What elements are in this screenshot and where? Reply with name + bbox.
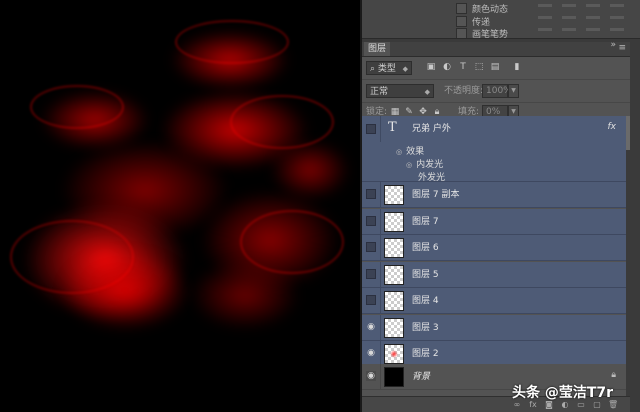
eye-icon[interactable]: ◉ [366, 348, 376, 358]
fx-icon[interactable]: fx [608, 122, 617, 132]
brush-option-row[interactable]: 画笔笔势 [456, 28, 508, 38]
layers-panel: 图层 » ≡ ⌕ 类型 ◆ ▣ ◐ T ⬚ ▤ ▮ 正常 ◆ 不透明度: 100… [362, 40, 630, 412]
flame-wisp [30, 85, 124, 129]
smart-object-filter-icon[interactable]: ▤ [490, 62, 500, 72]
layer-thumbnail [384, 238, 404, 258]
opacity-label: 不透明度: [444, 86, 484, 96]
layer-name[interactable]: 图层 4 [412, 288, 439, 314]
flame-shape [270, 140, 350, 200]
layer-list: T 兄弟 户外 fx ◎ 效果 ◎ 内发光 外发光 图层 7 副本 图层 7 图层 6图… [362, 116, 630, 412]
blend-mode-select[interactable]: 正常 ◆ [366, 84, 434, 98]
blend-mode-value: 正常 [370, 87, 389, 97]
visibility-toggle[interactable] [366, 189, 376, 199]
checkbox[interactable] [456, 28, 467, 38]
watermark: 头条 @莹洁T7r [512, 385, 614, 401]
layer-thumbnail [384, 367, 404, 387]
layer-row[interactable]: ◉ 图层 3 [362, 314, 626, 341]
shape-filter-icon[interactable]: ⬚ [474, 62, 484, 72]
brush-option-label: 颜色动态 [472, 4, 509, 15]
filter-type-select[interactable]: ⌕ 类型 ◆ [366, 61, 412, 75]
pixel-filter-icon[interactable]: ▣ [426, 62, 436, 72]
lock-icon[interactable]: 🔒︎ [611, 370, 616, 380]
opacity-dropdown-button[interactable]: ▼ [508, 84, 519, 98]
layer-name[interactable]: 图层 6 [412, 235, 439, 261]
text-layer-row[interactable]: T 兄弟 户外 fx ◎ 效果 ◎ 内发光 外发光 [362, 116, 626, 183]
brush-presets-grid [534, 0, 634, 38]
search-icon: ⌕ [370, 64, 378, 74]
visibility-toggle[interactable] [366, 242, 376, 252]
opacity-input[interactable]: 100% [482, 84, 512, 98]
layer-row[interactable]: 图层 6 [362, 235, 626, 261]
visibility-toggle[interactable] [366, 295, 376, 305]
document-canvas[interactable] [0, 0, 360, 412]
layer-thumbnail [384, 344, 404, 364]
panel-tab-bar: 图层 » ≡ [362, 40, 630, 57]
photoshop-window: 颜色动态 传递 画笔笔势 图层 » ≡ ⌕ 类型 ◆ ▣ ◐ T ⬚ ▤ ▮ 正… [0, 0, 640, 412]
layer-name: 背景 [412, 372, 431, 382]
panel-menu-icon[interactable]: ≡ [618, 43, 626, 53]
blend-row: 正常 ◆ 不透明度: 100% ▼ [362, 80, 630, 103]
visibility-toggle[interactable] [366, 124, 376, 134]
layer-name[interactable]: 图层 7 [412, 209, 439, 235]
layer-row[interactable]: 图层 4 [362, 288, 626, 314]
flame-wisp [10, 220, 134, 294]
effects-group[interactable]: ◎ 效果 [396, 144, 424, 157]
eye-icon[interactable]: ◎ [396, 148, 402, 156]
filter-toggle-icon[interactable]: ▮ [512, 62, 522, 72]
type-filter-icon[interactable]: T [458, 62, 468, 72]
layer-thumbnail [384, 317, 404, 338]
eye-icon[interactable]: ◉ [366, 371, 376, 381]
scrollbar-thumb[interactable] [626, 116, 630, 150]
effect-item[interactable]: ◎ 内发光 [406, 157, 443, 170]
layer-name[interactable]: 图层 7 副本 [412, 182, 459, 208]
layer-thumbnail [384, 185, 404, 205]
adjustment-filter-icon[interactable]: ◐ [442, 62, 452, 72]
flame-wisp [240, 210, 344, 274]
layer-name[interactable]: 图层 3 [412, 315, 439, 341]
visibility-toggle[interactable] [366, 215, 376, 226]
layer-row[interactable]: 图层 5 [362, 261, 626, 288]
chevron-down-icon: ◆ [402, 65, 408, 73]
layer-thumbnail [384, 291, 404, 311]
layer-name[interactable]: 兄弟 户外 [412, 116, 451, 142]
layer-row[interactable]: 图层 7 副本 [362, 182, 626, 208]
layer-thumbnail [384, 264, 404, 285]
flame-wisp [175, 20, 289, 64]
brush-option-label: 画笔笔势 [472, 29, 509, 39]
eye-icon[interactable]: ◎ [406, 161, 412, 169]
type-layer-icon: T [388, 120, 397, 135]
brush-settings-panel: 颜色动态 传递 画笔笔势 [362, 0, 640, 39]
brush-option-row[interactable]: 颜色动态 [456, 2, 509, 15]
effects-label: 效果 [406, 147, 425, 157]
brush-option-label: 传递 [472, 17, 491, 28]
flame-wisp [230, 95, 334, 149]
collapse-icon[interactable]: » [610, 40, 616, 50]
chevron-down-icon: ◆ [424, 88, 430, 96]
eye-icon[interactable]: ◉ [366, 322, 376, 332]
layer-row[interactable]: 图层 7 [362, 208, 626, 235]
layer-name[interactable]: 图层 5 [412, 262, 439, 288]
layers-scrollbar[interactable] [626, 116, 630, 412]
brush-option-row[interactable]: 传递 [456, 15, 491, 28]
tab-layers[interactable]: 图层 [364, 42, 391, 56]
checkbox[interactable] [456, 15, 467, 27]
visibility-toggle[interactable] [366, 268, 376, 279]
checkbox[interactable] [456, 2, 467, 14]
layer-filter-row: ⌕ 类型 ◆ ▣ ◐ T ⬚ ▤ ▮ [362, 57, 630, 80]
layer-thumbnail [384, 211, 404, 232]
filter-type-label: 类型 [377, 64, 396, 74]
effect-name: 内发光 [416, 160, 444, 170]
